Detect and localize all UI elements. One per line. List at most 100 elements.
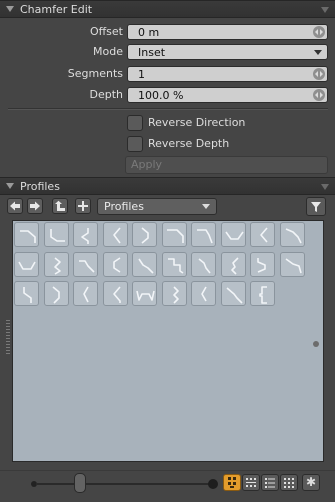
thumbnail-size-slider[interactable]: [36, 483, 214, 485]
segments-value: 1: [138, 68, 145, 81]
depth-spin-icon[interactable]: [313, 89, 325, 101]
grid-view-button[interactable]: [280, 474, 298, 491]
small-thumbnail-view-button[interactable]: [242, 474, 260, 491]
profile-shape-icon: [224, 231, 244, 240]
back-button[interactable]: [7, 198, 23, 214]
grid-view-icon: [284, 478, 294, 488]
profile-tile[interactable]: [132, 281, 157, 306]
apply-button[interactable]: Apply: [125, 156, 328, 174]
profile-tile[interactable]: [250, 281, 275, 306]
profiles-header[interactable]: Profiles: [0, 177, 335, 195]
mode-label: Mode: [93, 45, 123, 58]
forward-button[interactable]: [27, 198, 43, 214]
slider-handle[interactable]: [74, 473, 86, 493]
large-thumbnail-view-icon: [228, 477, 236, 488]
up-folder-icon: [55, 200, 65, 211]
profile-shape-icon: [18, 261, 36, 270]
list-view-button[interactable]: [261, 474, 279, 491]
profile-shape-icon: [136, 290, 155, 301]
depth-field[interactable]: 100.0 %: [127, 87, 328, 103]
profile-tile[interactable]: [220, 222, 246, 247]
segments-label: Segments: [67, 67, 123, 80]
profile-shape-icon: [201, 286, 207, 302]
profile-tile[interactable]: [73, 222, 98, 247]
profile-shape-icon: [51, 286, 60, 304]
resize-grip-icon[interactable]: [6, 320, 10, 354]
depth-value: 100.0 %: [138, 89, 184, 102]
mode-dropdown[interactable]: Inset: [127, 44, 328, 60]
profile-shape-icon: [172, 286, 179, 304]
profile-tile[interactable]: [250, 222, 275, 247]
profile-tile[interactable]: [279, 251, 305, 277]
profile-tile[interactable]: [132, 251, 157, 277]
panel-menu-icon[interactable]: [321, 7, 329, 13]
preset-dropdown[interactable]: Profiles: [97, 198, 217, 215]
profile-tile[interactable]: [191, 251, 216, 277]
collapse-triangle-icon[interactable]: [6, 183, 14, 189]
profile-tile[interactable]: [73, 251, 98, 277]
profile-shape-icon: [167, 257, 183, 274]
reverse-direction-checkbox[interactable]: [127, 115, 143, 131]
filter-button[interactable]: [306, 197, 326, 216]
mode-value: Inset: [138, 46, 166, 59]
offset-value: 0 m: [138, 26, 160, 39]
add-preset-button[interactable]: [75, 198, 91, 214]
profile-shape-icon: [230, 256, 239, 275]
large-thumbnail-view-button[interactable]: [223, 474, 241, 491]
profile-tile[interactable]: [73, 281, 98, 306]
profile-shape-icon: [285, 228, 302, 244]
profile-tile[interactable]: [14, 222, 39, 247]
offset-spin-icon[interactable]: [313, 26, 325, 38]
profile-shape-icon: [285, 257, 302, 273]
profile-tile[interactable]: [102, 251, 128, 277]
scrollbar-handle[interactable]: [313, 341, 319, 347]
profile-tile[interactable]: [102, 281, 128, 306]
reverse-depth-checkbox[interactable]: [127, 136, 143, 152]
profile-tile[interactable]: [43, 281, 69, 306]
profile-shape-icon: [257, 257, 266, 273]
profile-shape-icon: [81, 228, 89, 244]
profile-tile[interactable]: [14, 281, 39, 306]
profile-shape-icon: [260, 227, 268, 243]
profile-shape-icon: [112, 286, 121, 303]
profile-shape-icon: [225, 287, 243, 304]
reverse-direction-label: Reverse Direction: [148, 116, 246, 129]
profile-shape-icon: [79, 259, 95, 273]
profile-tile[interactable]: [102, 222, 128, 247]
panel-menu-icon[interactable]: [321, 184, 329, 190]
chamfer-edit-title: Chamfer Edit: [20, 3, 93, 16]
small-thumbnail-view-icon: [246, 478, 256, 487]
profile-tile[interactable]: [161, 281, 187, 306]
chamfer-edit-header[interactable]: Chamfer Edit: [0, 0, 335, 18]
collapse-triangle-icon[interactable]: [6, 6, 14, 12]
profile-tile[interactable]: [132, 222, 157, 247]
profile-tile[interactable]: [191, 281, 216, 306]
profile-tile[interactable]: [161, 251, 187, 277]
profile-shape-icon: [23, 287, 32, 303]
profile-tile[interactable]: [191, 222, 216, 247]
profile-tile[interactable]: [14, 251, 39, 277]
segments-field[interactable]: 1: [127, 66, 328, 82]
profile-tile[interactable]: [220, 281, 246, 306]
profile-tile[interactable]: [220, 251, 246, 277]
profile-shape-icon: [49, 229, 65, 242]
plus-icon: [78, 201, 88, 211]
profile-tile[interactable]: [43, 222, 69, 247]
list-view-icon: [265, 478, 275, 488]
profile-shape-icon: [20, 230, 36, 243]
offset-field[interactable]: 0 m: [127, 24, 328, 40]
profile-shape-icon: [197, 229, 213, 244]
up-folder-button[interactable]: [52, 198, 68, 214]
filter-icon: [311, 201, 321, 212]
settings-button[interactable]: ✱: [302, 474, 320, 491]
profile-shape-icon: [141, 227, 149, 244]
preset-dropdown-value: Profiles: [104, 200, 144, 213]
profile-tile[interactable]: [279, 222, 305, 247]
segments-spin-icon[interactable]: [313, 68, 325, 80]
profile-tile[interactable]: [250, 251, 275, 277]
profile-tile[interactable]: [161, 222, 187, 247]
profiles-title: Profiles: [20, 180, 60, 193]
profile-shape-icon: [138, 258, 154, 274]
gear-icon: ✱: [305, 475, 317, 489]
profile-tile[interactable]: [43, 251, 69, 277]
